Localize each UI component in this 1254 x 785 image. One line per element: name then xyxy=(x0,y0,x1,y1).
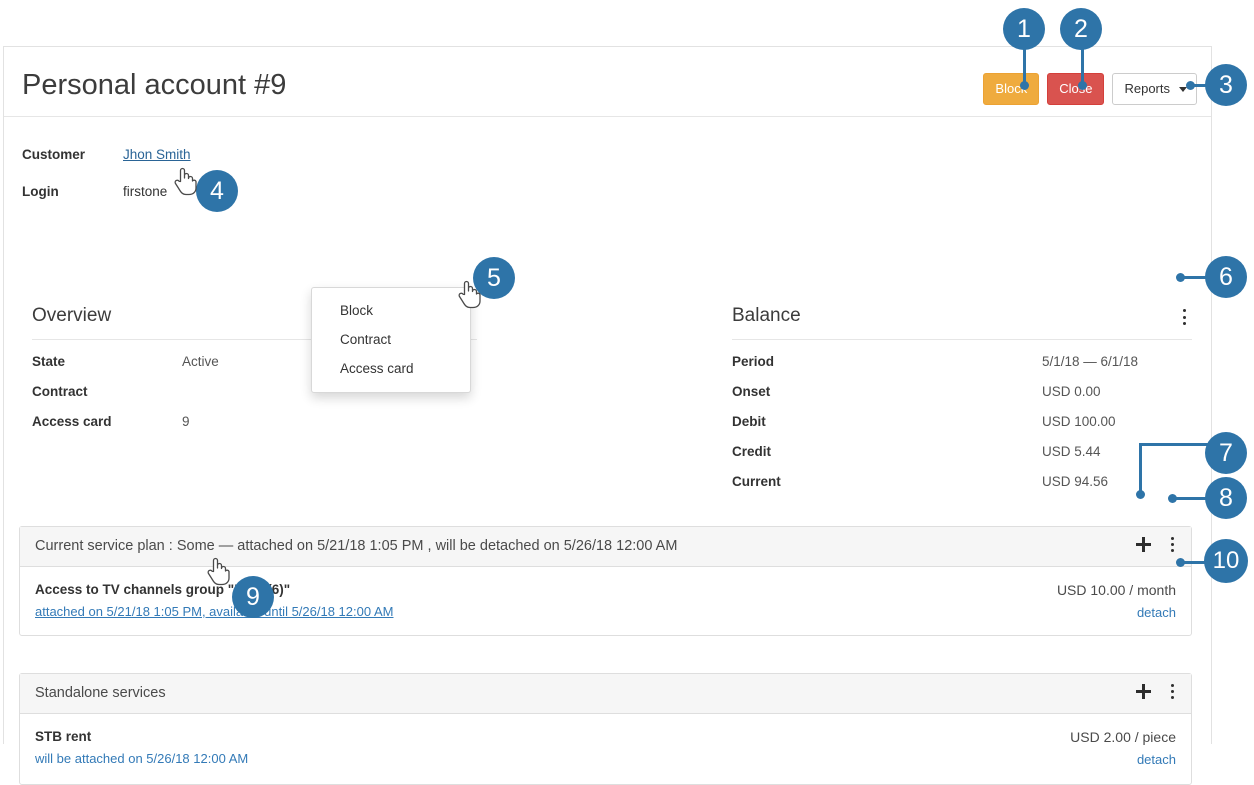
balance-title: Balance xyxy=(732,305,801,326)
service-plan-service-right: USD 10.00 / month detach xyxy=(1057,581,1176,623)
balance-row-period: Period 5/1/18 — 6/1/18 xyxy=(732,354,1192,384)
callout-badge-9: 9 xyxy=(232,576,274,618)
reports-dropdown-button[interactable]: Reports xyxy=(1112,73,1197,105)
standalone-header-text: Standalone services xyxy=(35,685,166,701)
info-label-login: Login xyxy=(22,184,59,199)
standalone-header-tools xyxy=(1136,683,1179,700)
balance-value-current: USD 94.56 xyxy=(1042,474,1109,489)
add-standalone-service-icon[interactable] xyxy=(1136,684,1151,699)
standalone-service-price: USD 2.00 / piece xyxy=(1070,729,1176,745)
service-plan-kebab-menu-icon[interactable] xyxy=(1165,536,1179,553)
callout-badge-2: 2 xyxy=(1060,8,1102,50)
kebab-dot xyxy=(1170,549,1174,552)
balance-list: Period 5/1/18 — 6/1/18 Onset USD 0.00 De… xyxy=(732,340,1192,504)
header-actions: Block Close Reports xyxy=(983,73,1197,105)
service-plan-service-dates-link[interactable]: attached on 5/21/18 1:05 PM, available u… xyxy=(35,602,393,622)
balance-row-current: Current USD 94.56 xyxy=(732,474,1192,504)
balance-key-period: Period xyxy=(732,354,775,369)
service-plan-header-tools xyxy=(1136,536,1179,553)
overview-key-access-card: Access card xyxy=(32,414,112,429)
balance-key-onset: Onset xyxy=(732,384,771,399)
page-title: Personal account #9 xyxy=(22,69,287,101)
reports-label: Reports xyxy=(1124,81,1170,96)
balance-row-debit: Debit USD 100.00 xyxy=(732,414,1192,444)
callout-badge-6: 6 xyxy=(1205,256,1247,298)
kebab-dot xyxy=(1170,690,1174,693)
balance-key-debit: Debit xyxy=(732,414,766,429)
add-service-plan-icon[interactable] xyxy=(1136,537,1151,552)
page-header: Personal account #9 Block Close Reports xyxy=(4,47,1211,117)
standalone-service-dates-link[interactable]: will be attached on 5/26/18 12:00 AM xyxy=(35,749,248,769)
kebab-dot xyxy=(1170,537,1174,540)
service-plan-panel-header: Current service plan : Some — attached o… xyxy=(20,527,1191,567)
kebab-dot xyxy=(1182,309,1186,312)
overview-value-state: Active xyxy=(182,354,219,369)
balance-kebab-menu-icon[interactable] xyxy=(1176,307,1192,327)
service-plan-detach-link[interactable]: detach xyxy=(1057,603,1176,623)
app-root: Personal account #9 Block Close Reports … xyxy=(0,0,1254,785)
balance-row-credit: Credit USD 5.44 xyxy=(732,444,1192,474)
mouse-cursor-pointer xyxy=(174,167,197,196)
mouse-cursor-pointer xyxy=(207,557,230,586)
callout-connector-7-h xyxy=(1141,443,1208,446)
callout-badge-1: 1 xyxy=(1003,8,1045,50)
standalone-services-panel: Standalone services STB rent will be att… xyxy=(19,673,1192,785)
callout-dot-8 xyxy=(1168,494,1177,503)
balance-value-debit: USD 100.00 xyxy=(1042,414,1116,429)
service-plan-header-text: Current service plan : Some — attached o… xyxy=(35,538,678,554)
service-plan-panel-body: Access to TV channels group "Kids (6)" a… xyxy=(20,567,1191,635)
callout-badge-8: 8 xyxy=(1205,477,1247,519)
overview-row-access-card: Access card 9 xyxy=(32,414,477,444)
kebab-dot xyxy=(1182,315,1186,319)
callout-dot-10 xyxy=(1176,558,1185,567)
standalone-panel-header: Standalone services xyxy=(20,674,1191,714)
block-button[interactable]: Block xyxy=(983,73,1040,105)
dropdown-item-block[interactable]: Block xyxy=(312,296,470,325)
callout-dot-6 xyxy=(1176,273,1185,282)
callout-dot-2 xyxy=(1078,81,1087,90)
dropdown-item-contract[interactable]: Contract xyxy=(312,325,470,354)
callout-dot-7 xyxy=(1136,490,1145,499)
kebab-dot xyxy=(1170,684,1174,687)
customer-link[interactable]: Jhon Smith xyxy=(123,147,191,162)
service-plan-panel: Current service plan : Some — attached o… xyxy=(19,526,1192,636)
callout-dot-1 xyxy=(1020,81,1029,90)
close-button[interactable]: Close xyxy=(1047,73,1105,105)
account-card: Personal account #9 Block Close Reports … xyxy=(3,46,1212,785)
kebab-dot xyxy=(1182,322,1186,325)
standalone-kebab-menu-icon[interactable] xyxy=(1165,683,1179,700)
info-label-customer: Customer xyxy=(22,147,86,162)
customer-info-block: Customer Jhon Smith Login firstone xyxy=(22,147,622,221)
balance-title-row: Balance xyxy=(732,303,1192,340)
balance-value-onset: USD 0.00 xyxy=(1042,384,1101,399)
callout-badge-7: 7 xyxy=(1205,432,1247,474)
info-row-login: Login firstone xyxy=(22,184,622,221)
callout-badge-4: 4 xyxy=(196,170,238,212)
mouse-cursor-pointer xyxy=(458,280,481,309)
standalone-panel-body: STB rent will be attached on 5/26/18 12:… xyxy=(20,714,1191,782)
balance-key-current: Current xyxy=(732,474,781,489)
overview-value-access-card: 9 xyxy=(182,414,190,429)
callout-badge-3: 3 xyxy=(1205,64,1247,106)
kebab-dot xyxy=(1170,696,1174,699)
standalone-service-right: USD 2.00 / piece detach xyxy=(1070,728,1176,770)
login-value: firstone xyxy=(123,184,168,199)
overview-key-contract: Contract xyxy=(32,384,88,399)
standalone-detach-link[interactable]: detach xyxy=(1070,750,1176,770)
callout-connector-7-v xyxy=(1139,443,1142,495)
balance-value-period: 5/1/18 — 6/1/18 xyxy=(1042,354,1139,369)
overview-key-state: State xyxy=(32,354,66,369)
overview-dropdown-menu: Block Contract Access card xyxy=(311,287,471,393)
service-plan-service-price: USD 10.00 / month xyxy=(1056,582,1176,598)
balance-row-onset: Onset USD 0.00 xyxy=(732,384,1192,414)
balance-value-credit: USD 5.44 xyxy=(1042,444,1101,459)
kebab-dot xyxy=(1170,543,1174,546)
info-row-customer: Customer Jhon Smith xyxy=(22,147,622,184)
callout-dot-3 xyxy=(1186,81,1195,90)
callout-badge-10: 10 xyxy=(1204,539,1248,583)
dropdown-item-access-card[interactable]: Access card xyxy=(312,354,470,383)
standalone-service-name: STB rent xyxy=(35,729,92,744)
balance-section: Balance Period 5/1/18 — 6/1/18 Onset USD… xyxy=(732,303,1192,504)
balance-key-credit: Credit xyxy=(732,444,772,459)
